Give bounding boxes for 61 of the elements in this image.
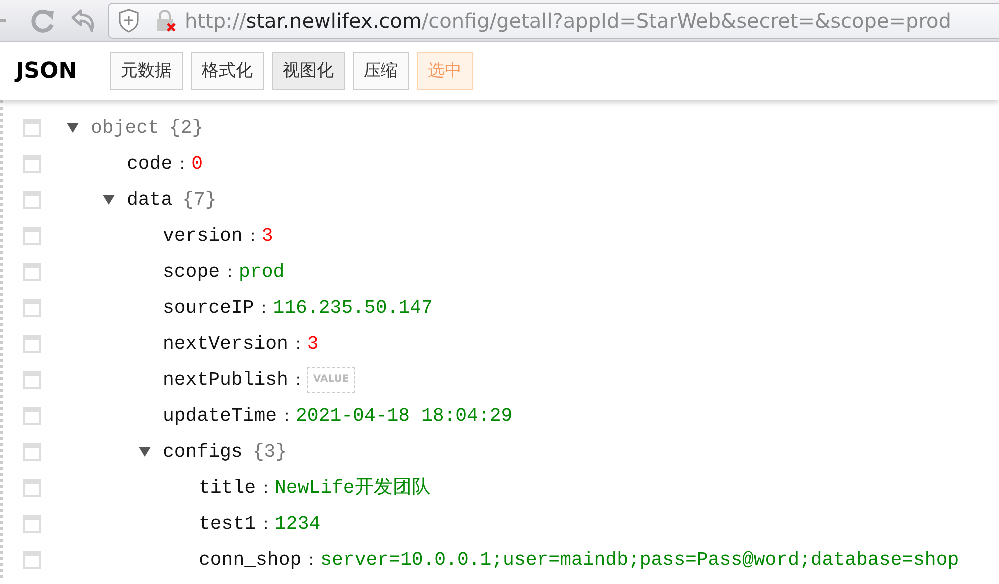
address-field[interactable]: http://star.newlifex.com/config/getall?appId=StarWeb&secret=&scope=prod: [108, 2, 999, 38]
row-checkbox[interactable]: [23, 227, 41, 245]
json-value: 3: [262, 224, 274, 249]
json-key: updateTime: [163, 402, 278, 430]
json-key: nextPublish: [163, 366, 288, 394]
colon: ：: [290, 369, 306, 391]
undo-icon[interactable]: [70, 8, 96, 32]
lock-icon[interactable]: [155, 10, 177, 32]
json-key: configs: [163, 438, 243, 466]
json-value: 2021-04-18 18:04:29: [296, 404, 513, 429]
json-value: 0: [192, 152, 204, 177]
json-value: 116.235.50.147: [273, 296, 433, 321]
json-value: 1234: [275, 512, 321, 537]
row-checkbox[interactable]: [23, 119, 41, 137]
shield-icon[interactable]: [119, 8, 139, 32]
json-key: nextVersion: [163, 330, 288, 358]
row-checkbox[interactable]: [23, 155, 41, 173]
reload-icon[interactable]: [30, 8, 56, 34]
json-key: object: [91, 114, 160, 142]
toolbar-button[interactable]: 视图化: [272, 52, 345, 90]
json-key: code: [127, 150, 173, 178]
colon: ：: [256, 297, 272, 319]
row-checkbox[interactable]: [23, 191, 41, 209]
row-checkbox[interactable]: [23, 299, 41, 317]
row-checkbox[interactable]: [23, 515, 41, 533]
colon: ：: [290, 333, 306, 355]
colon: ：: [222, 261, 238, 283]
colon: ：: [304, 549, 320, 571]
colon: ：: [258, 513, 274, 535]
caret-icon[interactable]: [67, 123, 79, 133]
json-key: conn_shop: [199, 546, 302, 574]
json-value: 3: [307, 332, 319, 357]
row-checkbox[interactable]: [23, 335, 41, 353]
json-key: scope: [163, 258, 220, 286]
row-checkbox[interactable]: [23, 551, 41, 569]
app-title: JSON: [14, 58, 78, 86]
json-key: data: [127, 186, 173, 214]
colon: ：: [279, 405, 296, 427]
json-key: version: [163, 222, 243, 250]
json-value: NewLife开发团队: [275, 476, 431, 501]
colon: ：: [174, 153, 191, 175]
json-key: test1: [199, 510, 256, 538]
row-checkbox[interactable]: [23, 371, 41, 389]
toolbar-button[interactable]: 压缩: [353, 52, 409, 90]
toolbar-button[interactable]: 元数据: [110, 52, 183, 90]
item-count: {2}: [169, 116, 204, 141]
colon: ：: [258, 477, 274, 499]
colon: ：: [244, 225, 261, 247]
row-checkbox[interactable]: [23, 407, 41, 425]
json-key: sourceIP: [163, 294, 254, 322]
row-checkbox[interactable]: [23, 443, 41, 461]
json-value: prod: [239, 260, 285, 285]
row-checkbox[interactable]: [23, 263, 41, 281]
toolbar-button[interactable]: 格式化: [191, 52, 264, 90]
json-value: server=10.0.0.1;user=maindb;pass=Pass@word;database=shop: [320, 548, 960, 573]
caret-icon[interactable]: [139, 447, 151, 457]
json-key: title: [199, 474, 256, 502]
item-count: {7}: [182, 188, 217, 213]
caret-icon[interactable]: [103, 195, 115, 205]
row-checkbox[interactable]: [23, 479, 41, 497]
item-count: {3}: [252, 440, 288, 465]
